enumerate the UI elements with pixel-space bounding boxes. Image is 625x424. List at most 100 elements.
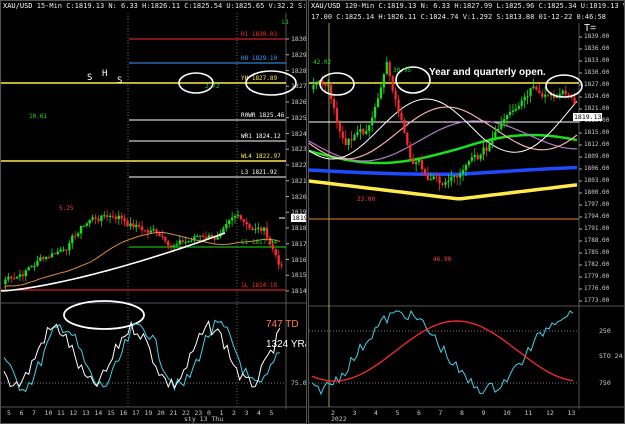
price-plot-120min[interactable] [309, 1, 625, 424]
candle-body [53, 253, 57, 255]
annotation-text: Year and quarterly open. [429, 67, 546, 78]
time-tick: 6 [19, 409, 24, 417]
oscillator-slow-line [311, 320, 574, 382]
candle-body [30, 265, 33, 268]
candle-body [382, 74, 385, 88]
candle-body [514, 108, 517, 111]
time-tick: 10 [44, 409, 53, 417]
candle-body [461, 170, 465, 174]
pattern-letter: S [117, 76, 123, 86]
price-tick: 1830.00 [584, 69, 610, 76]
candle-body [257, 227, 260, 230]
price-tick: 1815 [291, 271, 307, 280]
candle-body [535, 86, 538, 91]
candle-body [175, 244, 179, 246]
swing-value: 46.90 [433, 256, 452, 263]
time-tick: 5 [395, 409, 400, 417]
candle-body [379, 87, 383, 99]
time-tick: 11 [57, 409, 65, 417]
candle-body [356, 132, 359, 136]
candle-body [467, 160, 471, 165]
candle-body [523, 96, 526, 101]
osc-level-75: 75.00 [291, 379, 307, 387]
price-tick: 1812.00 [584, 141, 610, 148]
candle-body [91, 217, 94, 220]
candle-body [420, 159, 424, 170]
pivot-level-label: HO 1829.10 [241, 55, 278, 62]
candle-body [406, 132, 409, 145]
candle-body [204, 236, 208, 239]
time-tick: 11 [524, 409, 533, 417]
candle-body [376, 98, 380, 107]
time-tick: 7 [32, 409, 36, 417]
candle-body [4, 279, 7, 285]
candle-body [280, 264, 283, 266]
candle-body [432, 176, 435, 180]
candle-body [329, 84, 333, 99]
candle-body [350, 138, 353, 141]
candle-body [544, 94, 547, 97]
candle-body [262, 227, 266, 231]
candle-body [412, 158, 415, 165]
candle-body [85, 223, 89, 226]
candle-body [347, 138, 350, 146]
price-tick: 1824.00 [584, 93, 610, 100]
time-tick: 19 [144, 409, 153, 417]
candle-body [120, 215, 123, 219]
candle-body [42, 257, 45, 260]
candle-body [324, 83, 327, 86]
price-tick: 1839.00 [584, 33, 610, 40]
candle-body [359, 128, 362, 133]
pivot-level-label: WR1 1824.12 [241, 133, 281, 140]
candle-body [476, 154, 479, 160]
time-tick: 17 [132, 409, 140, 417]
pivot-level-label: WL4 1822.97 [241, 153, 281, 160]
candle-body [444, 182, 447, 185]
swing-value: 23.00 [357, 196, 376, 203]
candle-body [248, 224, 251, 228]
price-tick: 1829 [291, 50, 307, 59]
pivot-level-label: 1L 1814.18 [241, 282, 278, 289]
price-plot-15min[interactable] [1, 1, 307, 424]
candle-body [245, 221, 248, 225]
candle-body [373, 106, 377, 118]
candle-body [15, 276, 19, 279]
chart-window-120min[interactable]: XAU/USD 120-Min C:1819.13 N: 6.33 H:1827… [308, 0, 625, 424]
candle-body [488, 144, 491, 151]
candle-body [254, 229, 257, 231]
candle-body [79, 225, 83, 234]
price-tick: 1779.00 [584, 273, 610, 280]
price-tick: 1821.00 [584, 105, 610, 112]
price-tick: 1791.00 [584, 225, 610, 232]
pivot-level-label: R0WR 1825.46 [241, 112, 285, 119]
current-price-tag: 1819.13 [573, 113, 603, 121]
price-tick: 1828 [291, 66, 307, 75]
price-tick: 1788.00 [584, 237, 610, 244]
time-tick: 3 [244, 409, 249, 417]
swing-value: 30.95 [393, 67, 412, 74]
candle-body [265, 227, 269, 238]
candle-body [76, 233, 80, 237]
chart-window-15min[interactable]: XAU/USD 15-Min C:1819.13 N: 6.33 H:1826.… [0, 0, 307, 424]
swing-value: 42.02 [313, 59, 332, 66]
candle-body [196, 236, 199, 238]
candle-body [456, 175, 459, 178]
pivot-level-label: S1 1817.44 [241, 239, 278, 246]
candle-body [105, 215, 109, 218]
candle-body [505, 115, 509, 120]
price-tick: 1827 [291, 82, 307, 91]
price-tick: 1815.00 [584, 129, 610, 136]
price-tick: 1817 [291, 239, 307, 248]
candle-body [123, 218, 126, 222]
candle-body [400, 112, 403, 120]
candle-body [497, 128, 500, 132]
candle-body [362, 128, 365, 134]
time-tick: 5 [269, 409, 274, 417]
corner-label: T= [584, 23, 596, 34]
candle-body [152, 229, 155, 231]
candle-body [24, 270, 27, 277]
time-tick: 20 [157, 409, 165, 417]
candle-body [321, 80, 324, 84]
price-tick: 1814 [291, 287, 307, 295]
candle-body [94, 217, 97, 219]
